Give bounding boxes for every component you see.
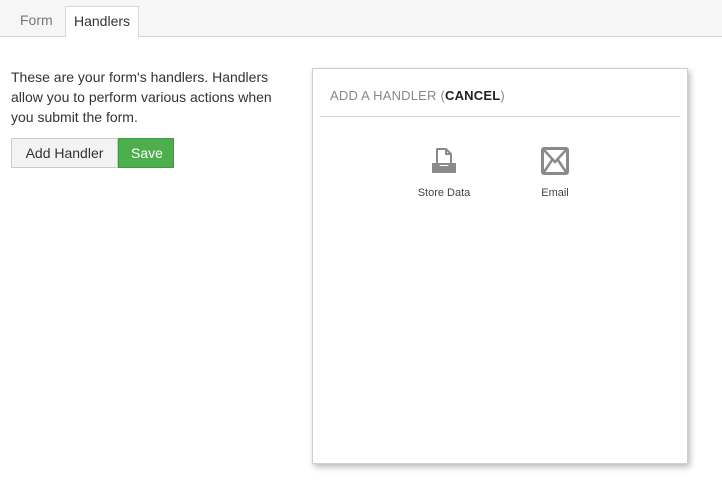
panel-title-suffix: ) bbox=[500, 88, 505, 103]
inbox-tray-icon bbox=[428, 145, 460, 177]
handler-label: Email bbox=[541, 187, 569, 199]
handler-store-data[interactable]: Store Data bbox=[404, 145, 484, 199]
tab-bar: Form Handlers bbox=[0, 0, 722, 38]
cancel-link[interactable]: CANCEL bbox=[445, 88, 500, 103]
handlers-description: These are your form's handlers. Handlers… bbox=[11, 69, 272, 125]
tab-form[interactable]: Form bbox=[11, 6, 62, 37]
envelope-icon bbox=[539, 145, 571, 177]
panel-title: ADD A HANDLER (CANCEL) bbox=[330, 88, 505, 103]
panel-divider bbox=[320, 116, 680, 117]
save-button[interactable]: Save bbox=[118, 138, 174, 168]
add-handler-panel: ADD A HANDLER (CANCEL) Store Data Email bbox=[312, 68, 688, 464]
tab-handlers[interactable]: Handlers bbox=[65, 6, 140, 38]
handler-label: Store Data bbox=[417, 187, 471, 199]
handler-email[interactable]: Email bbox=[515, 145, 595, 199]
add-handler-button[interactable]: Add Handler bbox=[11, 138, 118, 168]
panel-title-prefix: ADD A HANDLER ( bbox=[330, 88, 445, 103]
